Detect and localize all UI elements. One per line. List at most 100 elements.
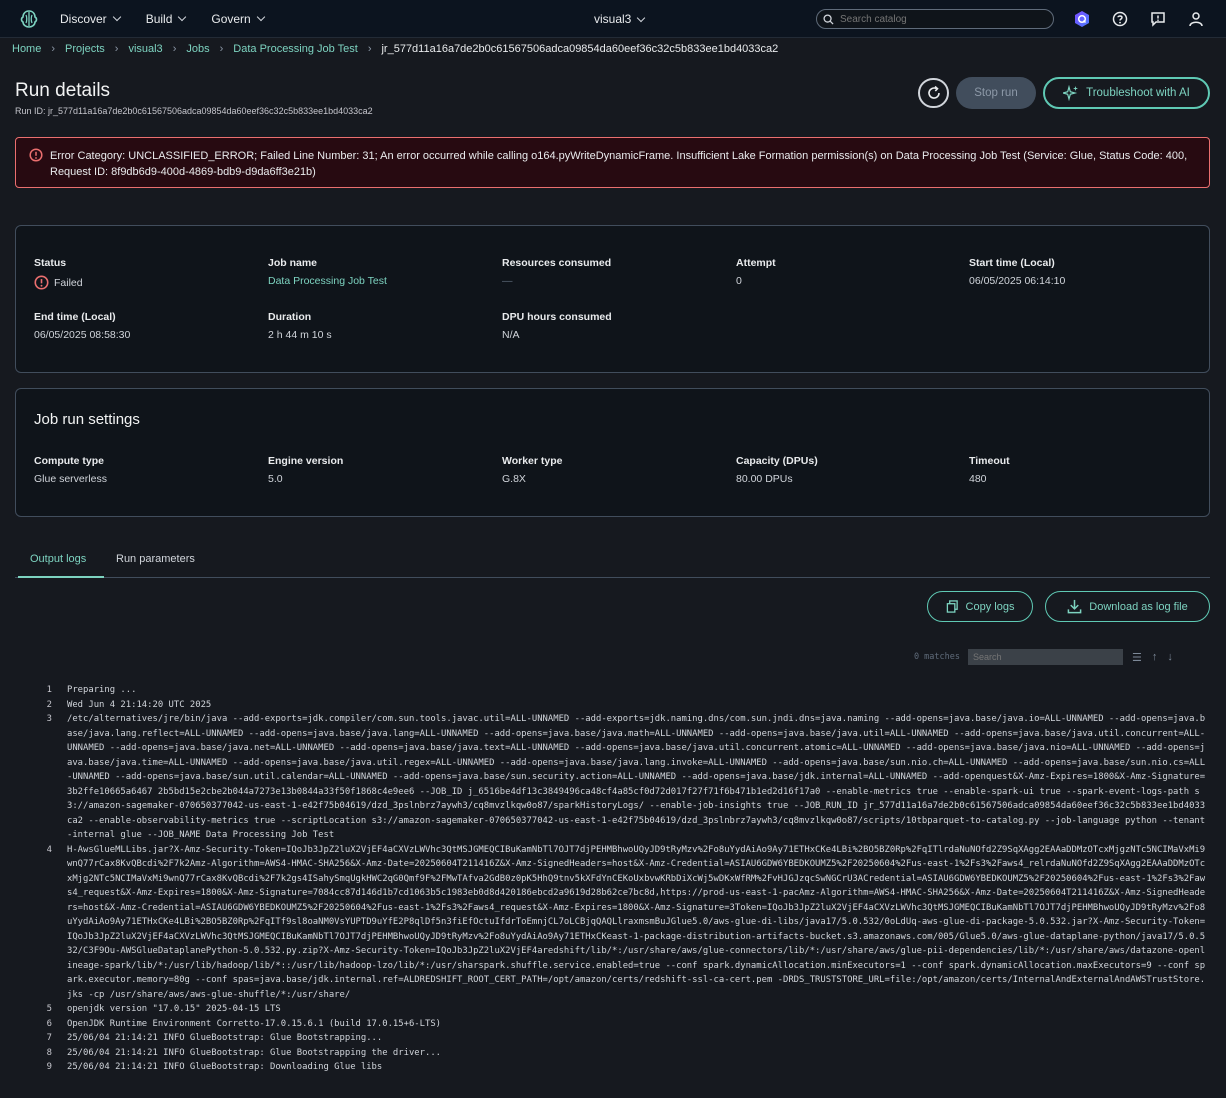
download-icon — [1067, 599, 1082, 614]
stop-run-button[interactable]: Stop run — [956, 77, 1036, 109]
log-search-bar: 0 matches ☰ ↑ ↓ — [900, 648, 1173, 666]
copy-logs-button[interactable]: Copy logs — [927, 591, 1033, 622]
help-icon[interactable] — [1110, 9, 1130, 29]
log-line-text: Wed Jun 4 21:14:20 UTC 2025 — [67, 699, 212, 710]
log-line-text: openjdk version "17.0.15" 2025-04-15 LTS — [67, 1004, 281, 1014]
status-field: Status Failed — [34, 257, 83, 290]
engine-version-field: Engine version 5.0 — [268, 455, 344, 485]
job-name-field: Job name Data Processing Job Test — [268, 257, 387, 287]
tab-output-logs[interactable]: Output logs — [30, 553, 86, 565]
match-count: 0 matches — [913, 652, 960, 662]
user-icon[interactable] — [1186, 9, 1206, 29]
log-line-number: 6 — [46, 1018, 52, 1029]
sagemaker-logo-icon[interactable] — [18, 8, 40, 30]
status-value: Failed — [54, 276, 83, 289]
chevron-down-icon — [112, 12, 121, 22]
log-line: 3/etc/alternatives/jre/bin/java --add-ex… — [15, 712, 1210, 843]
log-line: 9 25/06/04 21:14:21 INFO GlueBootstrap: D… — [15, 1060, 1210, 1075]
log-line-number: 1 — [46, 685, 52, 695]
nav-build[interactable]: Build — [146, 12, 187, 26]
chevron-right-icon: › — [367, 43, 372, 55]
end-time-field: End time (Local) 06/05/2025 08:58:30 — [34, 311, 131, 341]
job-name-link[interactable]: Data Processing Job Test — [268, 275, 387, 287]
refresh-button[interactable] — [918, 78, 949, 108]
page-title: Run details — [15, 80, 111, 101]
log-line: 2 Wed Jun 4 21:14:20 UTC 2025 — [15, 698, 1210, 713]
worker-type-field: Worker type G.8X — [502, 455, 563, 485]
chevron-right-icon: › — [172, 43, 177, 55]
project-selector[interactable]: visual3 — [594, 12, 646, 26]
duration-field: Duration 2 h 44 m 10 s — [268, 311, 332, 341]
run-summary-card: Status Failed Job name Data Processing J… — [15, 225, 1210, 373]
log-line-number: 8 — [46, 1047, 52, 1058]
log-line-text: Preparing ... — [67, 685, 137, 695]
nav-govern[interactable]: Govern — [211, 12, 265, 26]
tab-run-parameters[interactable]: Run parameters — [116, 553, 195, 565]
troubleshoot-ai-button[interactable]: Troubleshoot with AI — [1043, 77, 1210, 109]
chevron-down-icon — [637, 13, 646, 22]
filter-lines-icon[interactable]: ☰ — [1132, 651, 1142, 664]
error-status-icon — [34, 275, 49, 290]
run-id: Run ID: jr_577d11a16a7de2b0c61567506adca… — [15, 106, 373, 116]
refresh-icon — [927, 85, 940, 99]
copy-icon — [946, 600, 958, 613]
breadcrumb-job[interactable]: Data Processing Job Test — [233, 43, 358, 55]
log-viewer[interactable]: 1 Preparing ... 2 Wed Jun 4 21:14:20 UTC 20… — [15, 683, 1210, 1098]
amazon-q-icon[interactable] — [1072, 9, 1092, 29]
log-line: 8 25/06/04 21:14:21 INFO GlueBootstrap: G… — [15, 1046, 1210, 1061]
chevron-right-icon: › — [114, 43, 119, 55]
search-input[interactable] — [840, 13, 1040, 25]
tab-bar: Output logs Run parameters — [15, 548, 1210, 578]
sparkle-icon — [1063, 85, 1079, 101]
download-log-button[interactable]: Download as log file — [1045, 591, 1210, 622]
log-line: 5 openjdk version "17.0.15" 2025-04-15 LT… — [15, 1002, 1210, 1017]
log-line-text: 25/06/04 21:14:21 INFO GlueBootstrap: Do… — [67, 1062, 383, 1072]
resources-field: Resources consumed — — [502, 257, 612, 287]
log-line: 4 H-AwsGlueMLLibs.jar?X-Amz-Security-Toke… — [15, 843, 1210, 1003]
log-line-text: H-AwsGlueMLLibs.jar?X-Amz-Security-Token… — [67, 844, 1206, 1000]
active-tab-indicator — [18, 576, 104, 578]
feedback-icon[interactable] — [1148, 9, 1168, 29]
catalog-search[interactable] — [816, 9, 1054, 29]
log-line-text: /etc/alternatives/jre/bin/java --add-exp… — [67, 714, 1206, 840]
top-nav: Discover Build Govern visual3 — [0, 0, 1226, 38]
log-line-text: OpenJDK Runtime Environment Corretto-17.… — [67, 1018, 442, 1029]
job-run-settings-card: Job run settings Compute type Glue serve… — [15, 388, 1210, 517]
log-line-number: 9 — [46, 1062, 52, 1072]
breadcrumb-home[interactable]: Home — [12, 43, 41, 55]
log-line: 1 Preparing ... — [15, 683, 1210, 698]
log-line-number: 7 — [46, 1033, 52, 1043]
log-line-number: 5 — [46, 1004, 52, 1014]
breadcrumb-current: jr_577d11a16a7de2b0c61567506adca09854da6… — [381, 43, 779, 55]
nav-discover[interactable]: Discover — [60, 12, 121, 26]
search-icon — [823, 13, 834, 25]
attempt-field: Attempt 0 — [736, 257, 776, 287]
breadcrumb: Home › Projects › visual3 › Jobs › Data Proc… — [12, 42, 778, 56]
error-icon — [29, 148, 43, 162]
breadcrumb-project[interactable]: visual3 — [128, 43, 162, 55]
arrow-down-icon[interactable]: ↓ — [1167, 651, 1173, 664]
arrow-up-icon[interactable]: ↑ — [1152, 651, 1158, 664]
log-search-input[interactable] — [968, 649, 1123, 665]
breadcrumb-projects[interactable]: Projects — [65, 43, 105, 55]
capacity-field: Capacity (DPUs) 80.00 DPUs — [736, 455, 818, 485]
log-line-number: 3 — [46, 714, 52, 724]
log-line: 7 25/06/04 21:14:21 INFO GlueBootstrap: G… — [15, 1031, 1210, 1046]
compute-type-field: Compute type Glue serverless — [34, 455, 107, 485]
log-line-text: 25/06/04 21:14:21 INFO GlueBootstrap: Gl… — [67, 1047, 442, 1058]
chevron-right-icon: › — [51, 43, 56, 55]
log-line-number: 2 — [46, 699, 52, 710]
error-alert: Error Category: UNCLASSIFIED_ERROR; Fail… — [15, 137, 1210, 188]
settings-title: Job run settings — [34, 411, 140, 428]
start-time-field: Start time (Local) 06/05/2025 06:14:10 — [969, 257, 1066, 287]
log-line: 6 OpenJDK Runtime Environment Corretto-17… — [15, 1017, 1210, 1032]
breadcrumb-jobs[interactable]: Jobs — [186, 43, 209, 55]
chevron-down-icon — [178, 12, 187, 22]
dpu-hours-field: DPU hours consumed N/A — [502, 311, 612, 341]
log-line-text: 25/06/04 21:14:21 INFO GlueBootstrap: Gl… — [67, 1033, 383, 1043]
chevron-right-icon: › — [219, 43, 224, 55]
error-message: Error Category: UNCLASSIFIED_ERROR; Fail… — [50, 150, 1188, 178]
chevron-down-icon — [256, 12, 265, 22]
log-line-number: 4 — [46, 844, 52, 855]
timeout-field: Timeout 480 — [969, 455, 1010, 485]
